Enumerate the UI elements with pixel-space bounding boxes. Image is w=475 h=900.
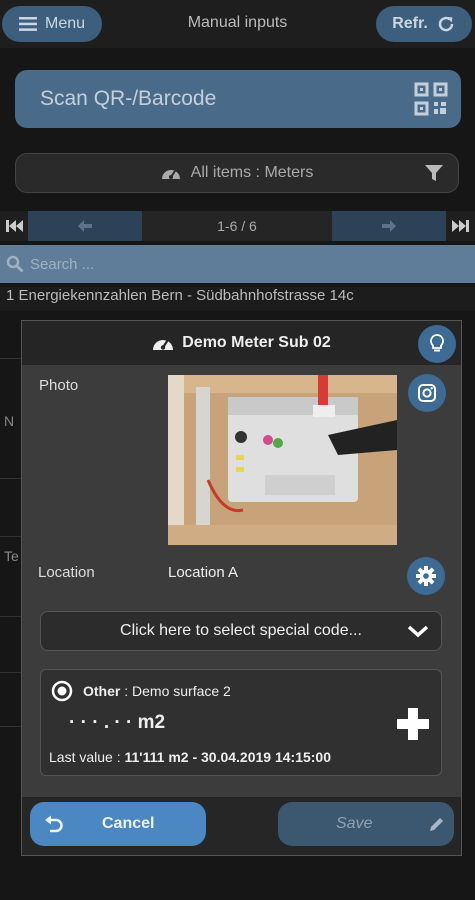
lightbulb-icon [430,334,444,352]
menu-button[interactable]: Menu [2,6,102,42]
gauge-icon [161,170,180,179]
undo-icon [45,815,63,833]
hamburger-icon [18,17,37,31]
page-title: Manual inputs [187,14,288,31]
radio-selected-icon[interactable] [51,680,73,702]
page-indicator: 1-6 / 6 [142,211,332,241]
list-item[interactable] [0,312,22,359]
cancel-button[interactable]: Cancel [30,802,206,846]
location-value: Location A [168,564,239,581]
gear-icon [416,566,436,586]
meter-photo-image [168,375,397,545]
special-code-dropdown[interactable]: Click here to select special code... [40,611,442,651]
info-button[interactable] [418,325,456,363]
search-icon [6,255,24,273]
last-page-button[interactable] [446,211,475,241]
list-item[interactable] [0,490,22,537]
refresh-button[interactable]: Refr. [376,6,472,42]
list-item[interactable] [0,680,22,727]
first-page-button[interactable] [0,211,28,241]
dialog-title: Demo Meter Sub 02 [182,334,331,351]
qr-code-icon [414,82,448,116]
list-item[interactable] [0,626,22,673]
chevron-down-icon [407,625,429,638]
skip-last-icon [451,220,469,232]
value-input[interactable]: · · · . · · m2 [69,712,165,734]
refresh-label: Refr. [392,15,428,32]
meter-input-card: Other : Demo surface 2 · · · . · · m2 La… [40,669,442,776]
last-value: Last value : 11'111 m2 - 30.04.2019 14:1… [49,749,331,765]
cancel-label: Cancel [102,815,155,832]
input-type: Other : Demo surface 2 [83,683,231,699]
filter-label: All items : Meters [190,164,314,181]
pager: 1-6 / 6 [0,211,475,241]
search-input[interactable]: Search ... [30,256,94,273]
list-item[interactable] [0,570,22,617]
gauge-icon [153,339,174,350]
last-value-text: 11'111 m2 - 30.04.2019 14:15:00 [124,749,332,765]
location-settings-button[interactable] [407,557,445,595]
save-label: Save [336,815,373,832]
scan-qr-button[interactable]: Scan QR-/Barcode [15,70,461,128]
item-filter-selector[interactable]: All items : Meters [15,153,459,193]
save-button[interactable]: Save [278,802,454,846]
last-value-label: Last value : [49,749,125,765]
group-header: 1 Energiekennzahlen Bern - Südbahnhofstr… [0,287,475,311]
meter-photo[interactable] [168,375,397,545]
scan-label: Scan QR-/Barcode [40,87,217,110]
skip-first-icon [6,220,23,232]
camera-button[interactable] [408,374,446,412]
photo-label: Photo [39,377,79,394]
special-code-label: Click here to select special code... [120,622,362,639]
plus-icon[interactable] [395,706,431,742]
top-bar: Menu Manual inputs Refr. [0,0,475,48]
list-item[interactable] [0,432,22,479]
dialog-header: Demo Meter Sub 02 [22,321,461,365]
dialog-footer: Cancel Save [22,797,461,855]
prev-page-button[interactable] [28,211,142,241]
next-page-button[interactable] [332,211,446,241]
meter-dialog: Demo Meter Sub 02 Photo Location Locatio… [21,320,462,856]
instagram-camera-icon [418,384,436,402]
input-type-value: : Demo surface 2 [120,683,231,699]
pencil-icon [430,818,444,831]
filter-icon[interactable] [424,163,444,183]
input-type-label: Other [83,683,121,699]
menu-label: Menu [44,15,86,32]
section-letter: Te [4,548,19,564]
section-letter: N [4,413,15,429]
arrow-right-icon [382,220,396,232]
arrow-left-icon [78,220,92,232]
search-bar[interactable]: Search ... [0,245,475,283]
refresh-icon [438,16,454,32]
location-label: Location [38,564,95,581]
